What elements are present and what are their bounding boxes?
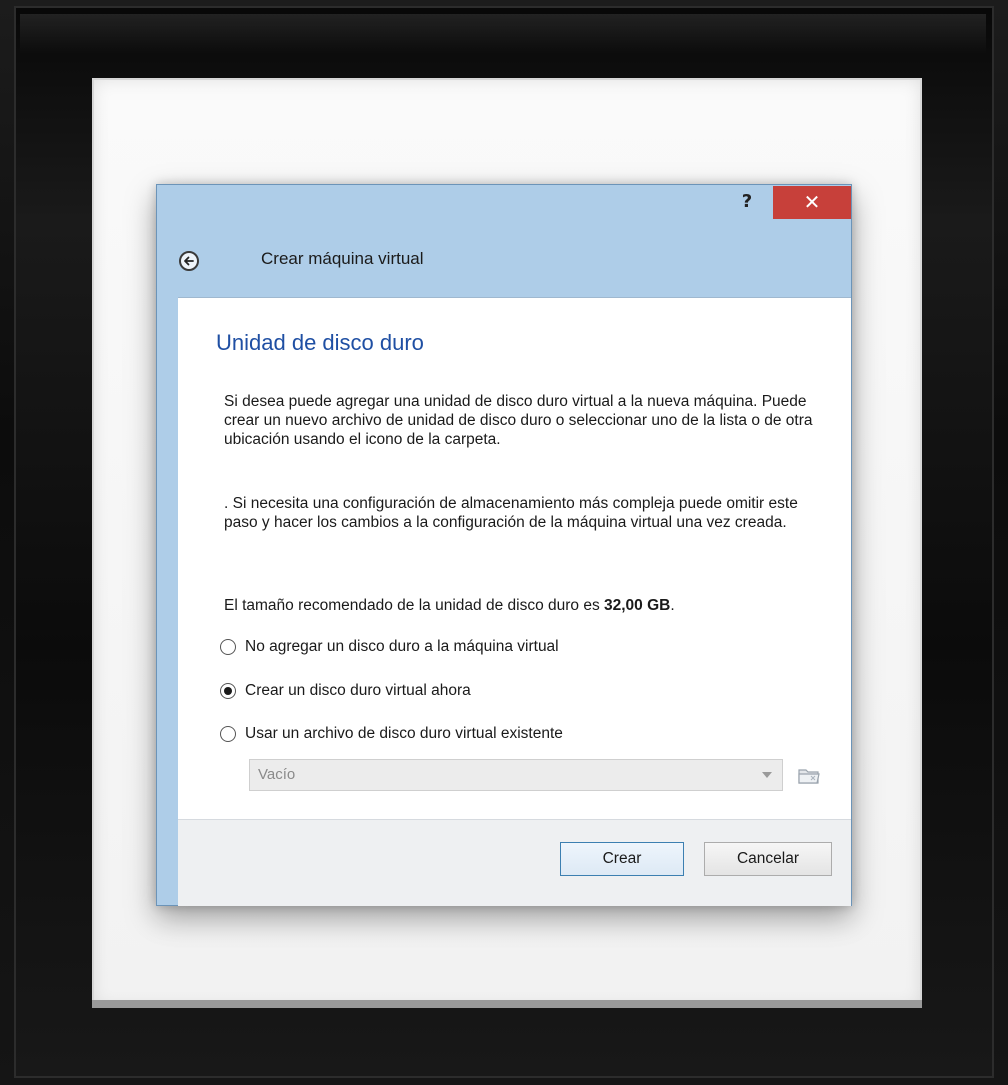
description-paragraph: Si desea puede agregar una unidad de dis… (224, 393, 813, 448)
radio-existing-disk[interactable] (220, 726, 236, 742)
create-button[interactable]: Crear (560, 842, 684, 876)
option-no-disk[interactable]: No agregar un disco duro a la máquina vi… (220, 636, 559, 658)
create-vm-dialog: ? ✕ Crear máquina virtual Unidad de disc… (156, 184, 852, 906)
existing-disk-select-value: Vacío (258, 766, 296, 783)
dialog-title: Crear máquina virtual (261, 249, 424, 268)
page-heading: Unidad de disco duro (216, 330, 424, 355)
option-existing-disk[interactable]: Usar un archivo de disco duro virtual ex… (220, 723, 563, 745)
option-create-disk-label: Crear un disco duro virtual ahora (245, 682, 471, 699)
frame-shine (20, 14, 986, 54)
existing-disk-select[interactable]: Vacío (249, 759, 783, 791)
close-button[interactable]: ✕ (773, 186, 851, 219)
title-bar: ? ✕ (157, 185, 851, 225)
cancel-button[interactable]: Cancelar (704, 842, 832, 876)
folder-icon (798, 769, 820, 784)
dialog-footer: Crear Cancelar (178, 819, 851, 906)
option-create-disk[interactable]: Crear un disco duro virtual ahora (220, 680, 471, 702)
recommended-suffix: . (670, 597, 675, 614)
recommended-size-text: El tamaño recomendado de la unidad de di… (224, 596, 814, 615)
radio-no-disk[interactable] (220, 639, 236, 655)
radio-create-disk[interactable] (220, 683, 236, 699)
option-existing-disk-label: Usar un archivo de disco duro virtual ex… (245, 725, 563, 742)
back-arrow-icon (184, 256, 194, 266)
help-button[interactable]: ? (729, 187, 765, 217)
recommended-size-value: 32,00 GB (604, 597, 671, 614)
choose-disk-file-button[interactable] (796, 762, 822, 788)
recommended-prefix: El tamaño recomendado de la unidad de di… (224, 597, 604, 614)
back-button[interactable] (179, 251, 199, 271)
chevron-down-icon (762, 772, 772, 778)
advanced-note-paragraph: . Si necesita una configuración de almac… (224, 495, 798, 531)
wizard-page: Unidad de disco duro Si desea puede agre… (178, 297, 851, 820)
mat-lip (92, 1000, 922, 1008)
option-no-disk-label: No agregar un disco duro a la máquina vi… (245, 638, 559, 655)
